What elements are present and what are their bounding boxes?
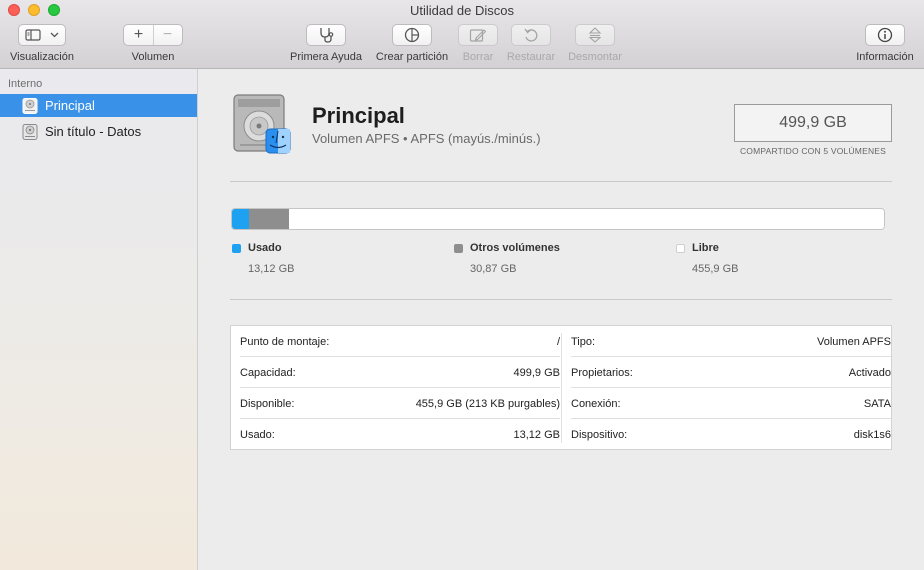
hard-drive-icon	[22, 123, 38, 140]
erase-label: Borrar	[462, 51, 494, 63]
legend-swatch	[232, 244, 241, 253]
info-key: Disponible:	[240, 398, 295, 410]
info-row: Disponible: 455,9 GB (213 KB purgables)	[240, 388, 560, 419]
partition-label: Crear partición	[375, 51, 449, 63]
info-value: /	[556, 336, 560, 348]
info-key: Tipo:	[571, 336, 596, 348]
info-key: Propietarios:	[571, 367, 633, 379]
info-icon	[877, 27, 893, 43]
restore-button[interactable]	[511, 24, 551, 46]
info-value: 499,9 GB	[513, 367, 560, 379]
legend-swatch	[454, 244, 463, 253]
restore-label: Restaurar	[506, 51, 556, 63]
info-row: Tipo: Volumen APFS	[571, 326, 891, 357]
volume-segmented-control: + −	[123, 24, 183, 46]
info-key: Conexión:	[571, 398, 621, 410]
info-key: Punto de montaje:	[240, 336, 330, 348]
info-key: Capacidad:	[240, 367, 296, 379]
volume-subtitle: Volumen APFS • APFS (mayús./minús.)	[312, 131, 541, 146]
info-value: Volumen APFS	[817, 336, 891, 348]
info-value: 13,12 GB	[513, 429, 560, 441]
info-column-right: Tipo: Volumen APFS Propietarios: Activad…	[571, 326, 891, 450]
legend-name: Otros volúmenes	[470, 242, 560, 254]
chevron-down-icon	[50, 32, 59, 38]
plus-icon: +	[133, 26, 144, 43]
usage-bar-segment-1	[232, 209, 250, 229]
add-volume-button[interactable]: +	[124, 25, 153, 45]
hard-drive-icon	[22, 97, 38, 114]
unmount-label: Desmontar	[568, 51, 622, 63]
info-key: Usado:	[240, 429, 275, 441]
usage-bar-segment-2	[249, 209, 290, 229]
minus-icon: −	[162, 26, 173, 43]
erase-button[interactable]	[458, 24, 498, 46]
unmount-button[interactable]	[575, 24, 615, 46]
erase-icon	[469, 29, 487, 42]
info-value: 455,9 GB (213 KB purgables)	[415, 398, 560, 410]
info-row: Usado: 13,12 GB	[240, 419, 560, 450]
legend-swatch	[676, 244, 685, 253]
first-aid-button[interactable]	[306, 24, 346, 46]
info-button[interactable]	[865, 24, 905, 46]
toolbar: Utilidad de Discos Visualización + − Vol…	[0, 0, 924, 69]
volume-size-box: 499,9 GB	[734, 104, 892, 142]
legend-value: 455,9 GB	[692, 263, 739, 275]
info-row: Capacidad: 499,9 GB	[240, 357, 560, 388]
info-value: Activado	[848, 367, 891, 379]
sidebar: Interno Principal Sin título - Datos	[0, 69, 198, 570]
column-divider	[561, 333, 562, 443]
legend-value: 13,12 GB	[248, 263, 295, 275]
first-aid-label: Primera Ayuda	[290, 51, 362, 63]
stethoscope-icon	[320, 28, 334, 43]
info-row: Propietarios: Activado	[571, 357, 891, 388]
window-title: Utilidad de Discos	[409, 3, 515, 18]
info-row: Punto de montaje: /	[240, 326, 560, 357]
view-label: Visualización	[9, 51, 74, 63]
info-table: Punto de montaje: / Capacidad: 499,9 GB …	[230, 325, 892, 450]
volume-title: Principal	[312, 103, 405, 128]
segment-divider	[153, 25, 154, 45]
eject-icon	[588, 27, 602, 43]
sidebar-item-label: Sin título - Datos	[45, 124, 142, 139]
restore-arrow-icon	[524, 28, 538, 42]
partition-button[interactable]	[392, 24, 432, 46]
remove-volume-button[interactable]: −	[153, 25, 182, 45]
info-key: Dispositivo:	[571, 429, 628, 441]
sidebar-item-sin-titulo-datos[interactable]: Sin título - Datos	[0, 120, 197, 143]
divider	[230, 299, 892, 300]
shared-volumes-caption: COMPARTIDO CON 5 VOLÚMENES	[739, 146, 887, 156]
info-value: SATA	[863, 398, 891, 410]
legend-name: Libre	[692, 242, 719, 254]
info-value: disk1s6	[853, 429, 891, 441]
volume-label: Volumen	[131, 51, 175, 63]
divider	[230, 181, 892, 182]
view-button[interactable]	[18, 24, 66, 46]
sidebar-section-internal: Interno	[8, 78, 43, 90]
pie-chart-icon	[404, 27, 420, 43]
sidebar-item-principal[interactable]: Principal	[0, 94, 197, 117]
volume-size: 499,9 GB	[779, 114, 847, 131]
legend-value: 30,87 GB	[470, 263, 517, 275]
info-row: Conexión: SATA	[571, 388, 891, 419]
legend-name: Usado	[248, 242, 282, 254]
sidebar-icon	[25, 29, 41, 41]
disk-utility-window: Utilidad de Discos Visualización + − Vol…	[0, 0, 924, 570]
sidebar-item-label: Principal	[45, 98, 95, 113]
hard-drive-finder-icon	[233, 94, 291, 154]
info-label: Información	[856, 51, 914, 63]
info-column-left: Punto de montaje: / Capacidad: 499,9 GB …	[240, 326, 560, 450]
main-panel: Principal Volumen APFS • APFS (mayús./mi…	[198, 69, 924, 570]
info-row: Dispositivo: disk1s6	[571, 419, 891, 450]
usage-bar	[231, 208, 885, 230]
usage-bar-segment-3	[289, 209, 884, 229]
